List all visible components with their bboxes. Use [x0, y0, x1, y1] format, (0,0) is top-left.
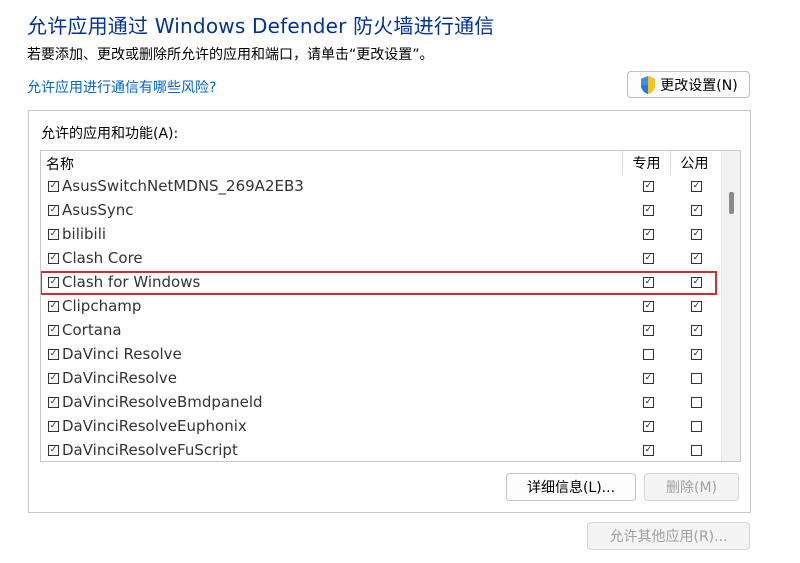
app-enabled-checkbox[interactable] [48, 421, 59, 432]
private-network-checkbox[interactable] [643, 325, 654, 336]
private-network-checkbox[interactable] [643, 181, 654, 192]
remove-button[interactable]: 删除(M) [644, 473, 739, 501]
list-item[interactable]: AsusSync [41, 199, 722, 223]
public-network-checkbox[interactable] [691, 373, 702, 384]
app-name: DaVinciResolveEuphonix [62, 417, 247, 435]
app-enabled-checkbox[interactable] [48, 277, 59, 288]
app-enabled-checkbox[interactable] [48, 397, 59, 408]
firewall-allowed-apps-page: 允许应用通过 Windows Defender 防火墙进行通信 若要添加、更改或… [0, 0, 800, 563]
public-network-checkbox[interactable] [691, 445, 702, 456]
change-settings-label: 更改设置(N) [660, 77, 738, 94]
app-enabled-checkbox[interactable] [48, 301, 59, 312]
public-network-checkbox[interactable] [691, 229, 702, 240]
list-item[interactable]: DaVinci Resolve [41, 343, 722, 367]
app-name: AsusSync [62, 201, 134, 219]
public-network-checkbox[interactable] [691, 205, 702, 216]
details-button[interactable]: 详细信息(L)... [506, 473, 636, 501]
app-enabled-checkbox[interactable] [48, 373, 59, 384]
column-header-public-label: 公用 [680, 156, 709, 172]
public-network-checkbox[interactable] [691, 181, 702, 192]
public-network-checkbox[interactable] [691, 349, 702, 360]
allowed-apps-group: 允许的应用和功能(A): 名称 专用 公用 AsusSwitchNetMDNS_… [28, 110, 751, 513]
allowed-apps-list[interactable]: 名称 专用 公用 AsusSwitchNetMDNS_269A2EB3 AsusS… [40, 150, 741, 462]
private-network-checkbox[interactable] [643, 373, 654, 384]
allow-other-app-label: 允许其他应用(R)... [609, 529, 728, 545]
public-network-checkbox[interactable] [691, 397, 702, 408]
column-header-name[interactable]: 名称 [46, 154, 74, 174]
list-item[interactable]: bilibili [41, 223, 722, 247]
list-item[interactable]: Cortana [41, 319, 722, 343]
uac-shield-icon [641, 75, 656, 94]
app-enabled-checkbox[interactable] [48, 229, 59, 240]
public-network-checkbox[interactable] [691, 277, 702, 288]
app-enabled-checkbox[interactable] [48, 205, 59, 216]
column-header-private[interactable]: 专用 [622, 151, 670, 175]
app-enabled-checkbox[interactable] [48, 349, 59, 360]
public-network-checkbox[interactable] [691, 253, 702, 264]
risk-info-link[interactable]: 允许应用进行通信有哪些风险? [27, 77, 216, 97]
private-network-checkbox[interactable] [643, 421, 654, 432]
app-name: bilibili [62, 225, 107, 243]
list-item[interactable]: Clash Core [41, 247, 722, 271]
list-item[interactable]: DaVinciResolveBmdpaneld [41, 391, 722, 415]
page-subtitle: 若要添加、更改或删除所允许的应用和端口，请单击“更改设置”。 [27, 47, 434, 63]
app-name: DaVinci Resolve [62, 345, 182, 363]
column-header-public[interactable]: 公用 [670, 151, 718, 175]
allowed-apps-label: 允许的应用和功能(A): [41, 126, 179, 142]
page-title: 允许应用通过 Windows Defender 防火墙进行通信 [27, 14, 495, 38]
private-network-checkbox[interactable] [643, 445, 654, 456]
public-network-checkbox[interactable] [691, 325, 702, 336]
list-item[interactable]: Clash for Windows [41, 271, 722, 295]
app-name: DaVinciResolve [62, 369, 178, 387]
list-header: 名称 专用 公用 [41, 151, 722, 175]
list-scrollbar[interactable] [721, 151, 740, 461]
private-network-checkbox[interactable] [643, 253, 654, 264]
private-network-checkbox[interactable] [643, 349, 654, 360]
details-label: 详细信息(L)... [526, 480, 616, 496]
private-network-checkbox[interactable] [643, 397, 654, 408]
public-network-checkbox[interactable] [691, 421, 702, 432]
app-name: DaVinciResolveFuScript [62, 441, 238, 459]
column-header-private-label: 专用 [632, 156, 661, 172]
change-settings-button[interactable]: 更改设置(N) [627, 71, 750, 98]
remove-label: 删除(M) [665, 480, 717, 496]
app-enabled-checkbox[interactable] [48, 325, 59, 336]
app-name: Clash for Windows [62, 273, 201, 291]
scrollbar-thumb[interactable] [729, 192, 734, 214]
app-name: DaVinciResolveBmdpaneld [62, 393, 263, 411]
app-enabled-checkbox[interactable] [48, 181, 59, 192]
private-network-checkbox[interactable] [643, 301, 654, 312]
private-network-checkbox[interactable] [643, 277, 654, 288]
app-enabled-checkbox[interactable] [48, 445, 59, 456]
list-item[interactable]: Clipchamp [41, 295, 722, 319]
app-name: Cortana [62, 321, 122, 339]
list-item[interactable]: DaVinciResolveEuphonix [41, 415, 722, 439]
app-name: Clash Core [62, 249, 143, 267]
list-item[interactable]: DaVinciResolveFuScript [41, 439, 722, 461]
private-network-checkbox[interactable] [643, 229, 654, 240]
public-network-checkbox[interactable] [691, 301, 702, 312]
app-name: Clipchamp [62, 297, 142, 315]
private-network-checkbox[interactable] [643, 205, 654, 216]
app-enabled-checkbox[interactable] [48, 253, 59, 264]
list-item[interactable]: DaVinciResolve [41, 367, 722, 391]
list-item[interactable]: AsusSwitchNetMDNS_269A2EB3 [41, 175, 722, 199]
app-name: AsusSwitchNetMDNS_269A2EB3 [62, 177, 304, 195]
allow-other-app-button[interactable]: 允许其他应用(R)... [587, 522, 750, 550]
